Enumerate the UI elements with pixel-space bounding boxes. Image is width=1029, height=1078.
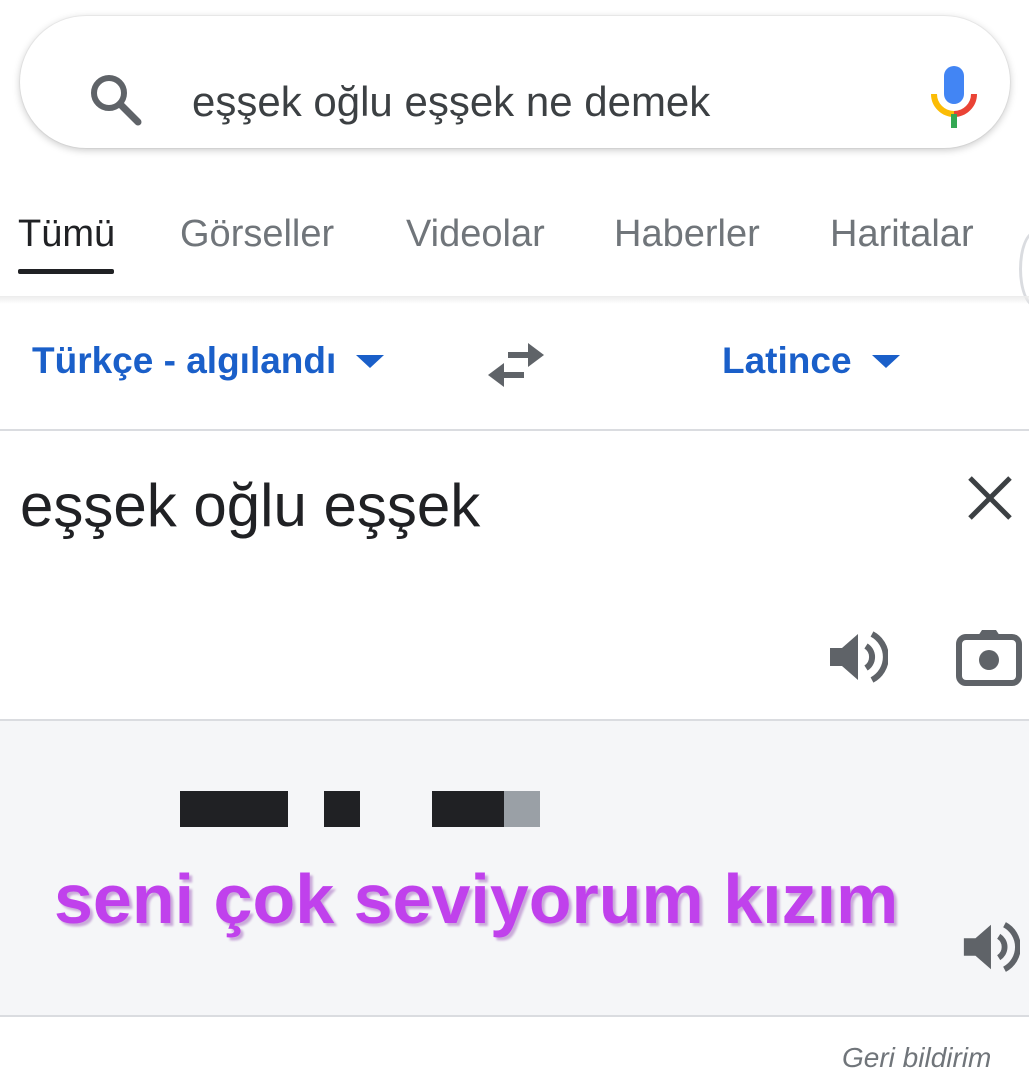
caret-down-icon bbox=[356, 354, 385, 368]
feedback-link[interactable]: Geri bildirim bbox=[842, 1038, 991, 1078]
target-language-label: Latince bbox=[722, 340, 852, 381]
tab-news[interactable]: Haberler bbox=[614, 205, 760, 263]
speaker-icon[interactable] bbox=[960, 917, 1020, 977]
search-input[interactable]: eşşek oğlu eşşek ne demek bbox=[192, 76, 710, 128]
divider bbox=[0, 429, 1029, 431]
translation-result: seni çok seviyorum kızım bbox=[0, 721, 1029, 1015]
active-tab-indicator bbox=[18, 269, 114, 274]
tab-maps[interactable]: Haritalar bbox=[830, 205, 974, 263]
search-icon[interactable] bbox=[88, 72, 144, 128]
tab-images[interactable]: Görseller bbox=[180, 205, 334, 263]
tabs-shadow bbox=[0, 296, 1029, 304]
target-language-dropdown[interactable]: Latince bbox=[722, 339, 900, 383]
caret-down-icon bbox=[871, 354, 900, 368]
swap-icon[interactable] bbox=[486, 341, 546, 389]
source-text-input[interactable]: eşşek oğlu eşşek bbox=[20, 470, 480, 542]
search-tabs: Tümü Görseller Videolar Haberler Harital… bbox=[0, 205, 1029, 307]
source-language-dropdown[interactable]: Türkçe - algılandı bbox=[32, 339, 385, 383]
redacted-word bbox=[504, 791, 540, 827]
mic-icon[interactable] bbox=[928, 66, 980, 130]
redacted-word bbox=[324, 791, 360, 827]
overlay-caption: seni çok seviyorum kızım bbox=[54, 860, 899, 938]
source-language-label: Türkçe - algılandı bbox=[32, 340, 337, 381]
tab-videos[interactable]: Videolar bbox=[406, 205, 545, 263]
speaker-icon[interactable] bbox=[826, 626, 888, 688]
language-selector-row: Türkçe - algılandı Latince bbox=[0, 305, 1029, 429]
redacted-word bbox=[432, 791, 504, 827]
tab-all[interactable]: Tümü bbox=[18, 205, 115, 263]
redacted-word bbox=[180, 791, 288, 827]
divider bbox=[0, 1015, 1029, 1017]
close-icon[interactable] bbox=[964, 472, 1016, 524]
camera-icon[interactable] bbox=[956, 628, 1022, 686]
search-bar[interactable]: eşşek oğlu eşşek ne demek bbox=[20, 16, 1010, 148]
